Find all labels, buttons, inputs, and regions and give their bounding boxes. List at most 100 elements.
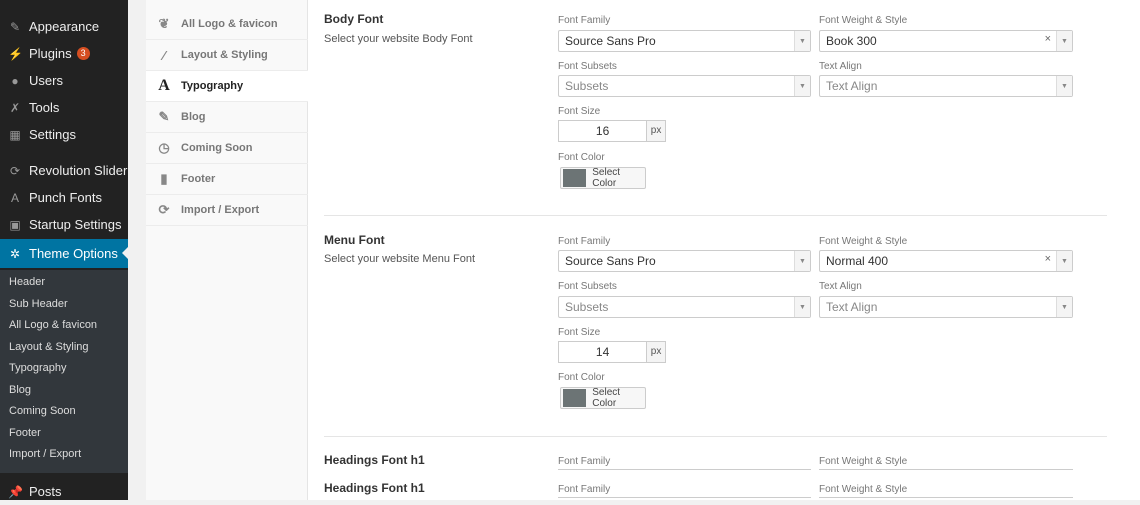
gear-icon: ✲ [9, 246, 21, 261]
menu-item-startup-settings[interactable]: ▣ Startup Settings [0, 211, 128, 238]
font-family-label: Font Family [558, 236, 611, 247]
chevron-down-icon: ▼ [1056, 31, 1072, 51]
body-font-color-picker[interactable]: Select Color [560, 167, 646, 189]
menu-font-description: Select your website Menu Font [324, 253, 476, 265]
edit-icon: ✎ [158, 109, 170, 124]
options-tab-label: All Logo & favicon [181, 18, 278, 30]
menu-item-label: Appearance [29, 19, 100, 34]
font-size-label: Font Size [558, 327, 601, 338]
submenu-item-sub-header[interactable]: Sub Header [9, 298, 68, 310]
color-swatch [563, 389, 587, 407]
typography-panel: Body Font Select your website Body Font … [308, 0, 1140, 500]
bookmark-icon: ▮ [160, 171, 168, 186]
chevron-down-icon: ▼ [1056, 251, 1072, 271]
menu-item-punch-fonts[interactable]: A Punch Fonts [0, 184, 128, 211]
plugin-icon: ⚡ [8, 46, 23, 61]
menu-item-appearance[interactable]: ✎ Appearance [0, 13, 128, 40]
body-text-align-select[interactable]: Text Align ▼ [819, 75, 1073, 97]
users-icon: ● [11, 73, 19, 88]
body-font-subsets-select[interactable]: Subsets ▼ [558, 75, 811, 97]
menu-item-label: Users [29, 73, 63, 88]
submenu-item-coming-soon[interactable]: Coming Soon [9, 405, 76, 417]
select-edge [819, 497, 1073, 498]
leaf-icon: ❦ [158, 16, 170, 31]
menu-font-family-select[interactable]: Source Sans Pro ▼ [558, 250, 811, 272]
update-count-badge: 3 [76, 47, 90, 60]
submenu-item-blog[interactable]: Blog [9, 384, 31, 396]
panel-icon: ▣ [9, 217, 21, 232]
chevron-down-icon: ▼ [1056, 297, 1072, 317]
submenu-item-layout[interactable]: Layout & Styling [9, 341, 89, 353]
font-weight-label: Font Weight & Style [819, 456, 908, 467]
options-tab-coming-soon[interactable]: ◷ Coming Soon [146, 133, 308, 164]
menu-item-label: Revolution Slider [29, 163, 128, 178]
section-divider [324, 436, 1107, 437]
menu-item-users[interactable]: ● Users [0, 67, 128, 94]
body-font-family-select[interactable]: Source Sans Pro ▼ [558, 30, 811, 52]
options-tab-label: Coming Soon [181, 142, 253, 154]
body-font-weight-select[interactable]: Book 300 × ▼ [819, 30, 1073, 52]
options-tab-label: Import / Export [181, 204, 260, 216]
menu-font-weight-select[interactable]: Normal 400 × ▼ [819, 250, 1073, 272]
clear-icon[interactable]: × [1045, 33, 1051, 45]
menu-item-revolution-slider[interactable]: ⟳ Revolution Slider [0, 157, 128, 184]
clock-icon: ◷ [158, 140, 170, 155]
menu-item-posts[interactable]: 📌 Posts [0, 478, 128, 505]
options-tab-layout[interactable]: ⁄ Layout & Styling [146, 40, 308, 71]
paintbrush-icon: ✎ [9, 19, 21, 34]
menu-item-tools[interactable]: ✗ Tools [0, 94, 128, 121]
submenu-item-header[interactable]: Header [9, 276, 45, 288]
menu-item-label: Posts [29, 484, 62, 499]
font-family-label: Font Family [558, 484, 611, 495]
select-edge [558, 497, 811, 498]
menu-font-size-input[interactable]: 14 px [558, 341, 666, 363]
options-tab-footer[interactable]: ▮ Footer [146, 164, 308, 195]
font-icon: A [10, 190, 19, 205]
admin-menu: ✎ Appearance ⚡ Plugins 3 ● Users ✗ Tools ▦ Set… [0, 0, 128, 500]
menu-item-plugins[interactable]: ⚡ Plugins 3 [0, 40, 128, 67]
menu-item-label: Plugins [29, 46, 72, 61]
font-color-label: Font Color [558, 372, 605, 383]
options-tab-label: Blog [181, 111, 206, 123]
menu-font-color-picker[interactable]: Select Color [560, 387, 646, 409]
options-tab-typography[interactable]: A Typography [146, 71, 308, 102]
clear-icon[interactable]: × [1045, 253, 1051, 265]
font-size-label: Font Size [558, 106, 601, 117]
headings-font-title: Headings Font h1 [324, 481, 425, 495]
options-tab-label: Layout & Styling [181, 49, 268, 61]
menu-item-label: Punch Fonts [29, 190, 102, 205]
options-tab-label: Typography [181, 80, 244, 92]
body-font-title: Body Font [324, 12, 384, 26]
menu-item-label: Settings [29, 127, 76, 142]
font-weight-label: Font Weight & Style [819, 484, 908, 495]
chevron-down-icon: ▼ [794, 297, 810, 317]
settings-icon: ▦ [9, 127, 21, 142]
options-tab-logo[interactable]: ❦ All Logo & favicon [146, 9, 308, 40]
font-subsets-label: Font Subsets [558, 281, 617, 292]
font-color-label: Font Color [558, 152, 605, 163]
submenu-item-footer[interactable]: Footer [9, 427, 41, 439]
text-align-label: Text Align [819, 61, 862, 72]
chevron-down-icon: ▼ [794, 31, 810, 51]
font-subsets-label: Font Subsets [558, 61, 617, 72]
options-tab-import-export[interactable]: ⟳ Import / Export [146, 195, 308, 226]
options-tab-blog[interactable]: ✎ Blog [146, 102, 308, 133]
menu-item-label: Startup Settings [29, 217, 122, 232]
menu-item-theme-options[interactable]: ✲ Theme Options [0, 239, 128, 268]
submenu-item-typography[interactable]: Typography [9, 362, 66, 374]
menu-item-settings[interactable]: ▦ Settings [0, 121, 128, 148]
body-font-size-input[interactable]: 16 px [558, 120, 666, 142]
refresh-icon: ⟳ [9, 163, 21, 178]
select-edge [558, 469, 811, 470]
menu-text-align-select[interactable]: Text Align ▼ [819, 296, 1073, 318]
body-font-description: Select your website Body Font [324, 33, 473, 45]
submenu-item-import-export[interactable]: Import / Export [9, 448, 81, 460]
menu-font-title: Menu Font [324, 233, 385, 247]
menu-font-subsets-select[interactable]: Subsets ▼ [558, 296, 811, 318]
options-nav: ❦ All Logo & favicon ⁄ Layout & Styling AT… [146, 0, 308, 500]
pin-icon: 📌 [8, 484, 23, 499]
options-tab-label: Footer [181, 173, 216, 185]
submenu-item-logo[interactable]: All Logo & favicon [9, 319, 97, 331]
chevron-down-icon: ▼ [794, 251, 810, 271]
pencil-icon: ⁄ [162, 47, 166, 63]
